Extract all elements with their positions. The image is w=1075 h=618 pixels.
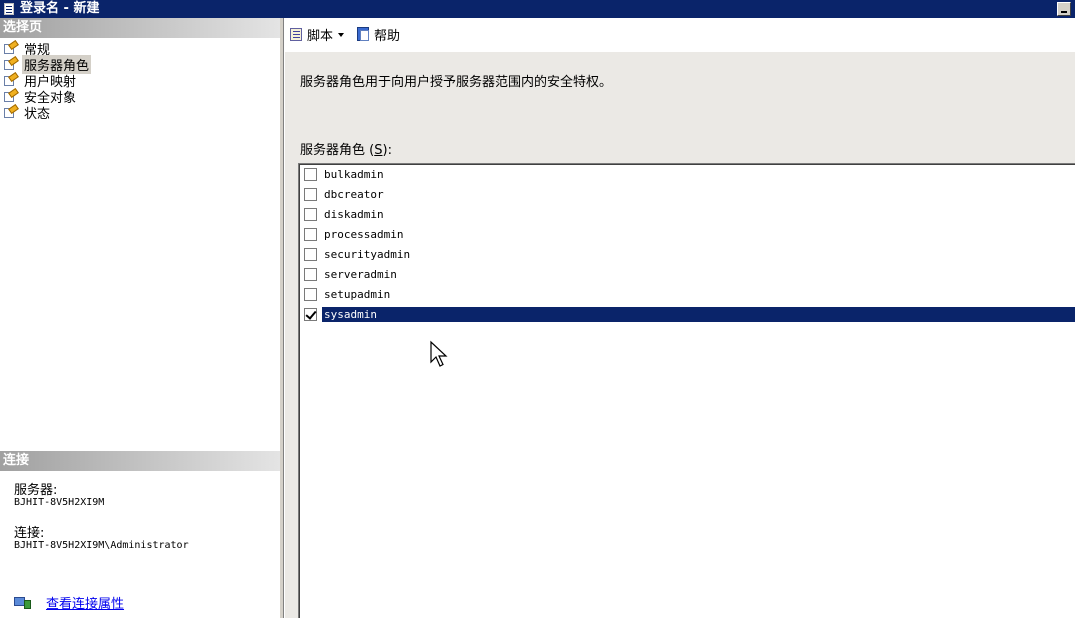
right-panel: 脚本 帮助 服务器角色用于向用户授予服务器范围内的安全特权。 服务器角色 (S)…: [283, 18, 1075, 618]
page-description: 服务器角色用于向用户授予服务器范围内的安全特权。: [300, 75, 613, 90]
role-item-sysadmin[interactable]: sysadmin: [301, 305, 1075, 323]
role-name: securityadmin: [324, 247, 411, 261]
properties-page-icon: [3, 55, 19, 71]
role-checkbox[interactable]: [304, 287, 317, 301]
role-item-diskadmin[interactable]: diskadmin: [301, 205, 1075, 223]
role-item-serveradmin[interactable]: serveradmin: [301, 265, 1075, 283]
properties-page-icon: [3, 87, 19, 103]
role-name: dbcreator: [324, 187, 384, 201]
help-label: 帮助: [374, 29, 401, 44]
role-name: diskadmin: [324, 207, 384, 221]
role-checkbox[interactable]: [304, 187, 317, 201]
role-checkbox[interactable]: [304, 247, 317, 261]
minimize-button[interactable]: [1057, 2, 1071, 16]
role-name: bulkadmin: [324, 167, 384, 181]
server-value: BJHIT-8V5H2XI9M: [14, 497, 105, 508]
server-roles-page: 服务器角色用于向用户授予服务器范围内的安全特权。 服务器角色 (S): bulk…: [285, 52, 1075, 618]
server-roles-list[interactable]: bulkadmin dbcreator diskadmin processadm…: [298, 163, 1075, 618]
toolbar: 脚本 帮助: [284, 18, 1075, 52]
view-connection-properties-link[interactable]: 查看连接属性: [46, 593, 124, 612]
role-name: sysadmin: [322, 306, 1075, 322]
properties-page-icon: [3, 103, 19, 119]
role-name: processadmin: [324, 227, 404, 241]
page-item-label: 状态: [24, 106, 51, 122]
script-icon: [289, 27, 305, 42]
role-item-bulkadmin[interactable]: bulkadmin: [301, 165, 1075, 183]
help-button[interactable]: 帮助: [356, 25, 400, 44]
connection-header: 连接: [0, 451, 280, 471]
script-label: 脚本: [307, 29, 334, 44]
role-item-setupadmin[interactable]: setupadmin: [301, 285, 1075, 303]
role-name: serveradmin: [324, 267, 397, 281]
left-panel: 选择页 常规 服务器角色 用户映射 安全对象 状态 连接 服务器: BJHIT-…: [0, 18, 283, 618]
role-item-dbcreator[interactable]: dbcreator: [301, 185, 1075, 203]
properties-page-icon: [3, 71, 19, 87]
help-icon: [356, 27, 372, 42]
role-checkbox[interactable]: [304, 307, 317, 321]
chevron-down-icon[interactable]: [338, 32, 345, 37]
role-checkbox[interactable]: [304, 207, 317, 221]
properties-page-icon: [3, 39, 19, 55]
connection-value: BJHIT-8V5H2XI9M\Administrator: [14, 540, 189, 551]
server-roles-label: 服务器角色 (S):: [300, 143, 392, 158]
connection-label: 连接:: [14, 526, 45, 541]
select-page-header: 选择页: [0, 18, 280, 38]
role-checkbox[interactable]: [304, 227, 317, 241]
role-checkbox[interactable]: [304, 267, 317, 281]
role-item-securityadmin[interactable]: securityadmin: [301, 245, 1075, 263]
connection-info: 服务器: BJHIT-8V5H2XI9M 连接: BJHIT-8V5H2XI9M…: [14, 484, 189, 570]
role-checkbox[interactable]: [304, 167, 317, 181]
window-title: 登录名 - 新建: [20, 1, 100, 16]
document-icon: [4, 3, 14, 15]
page-item-status[interactable]: 状态: [3, 103, 91, 122]
title-bar: 登录名 - 新建: [0, 0, 1075, 18]
view-connection-properties[interactable]: 查看连接属性: [14, 593, 124, 612]
role-name: setupadmin: [324, 287, 391, 301]
mouse-pointer-icon: [430, 340, 448, 367]
role-item-processadmin[interactable]: processadmin: [301, 225, 1075, 243]
server-label: 服务器:: [14, 483, 58, 498]
script-button[interactable]: 脚本: [289, 25, 350, 44]
connection-properties-icon: [14, 596, 32, 610]
page-list: 常规 服务器角色 用户映射 安全对象 状态: [3, 39, 92, 122]
